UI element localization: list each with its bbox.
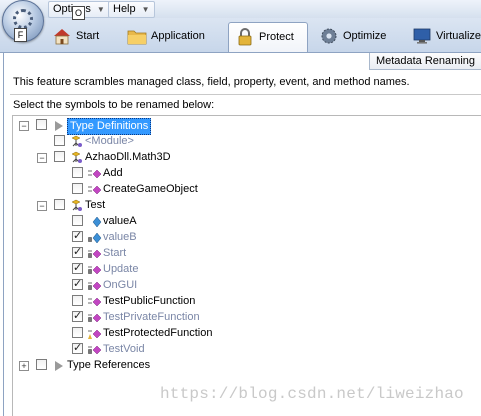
node-checkbox[interactable] xyxy=(54,199,65,210)
class-icon xyxy=(71,135,82,147)
tree-node-label: valueA xyxy=(103,215,137,227)
tree-node[interactable]: <Module> xyxy=(13,134,473,150)
protect-panel: Metadata Renaming This feature scrambles… xyxy=(3,53,481,416)
tree-node-label: valueB xyxy=(103,231,137,243)
instruction-text: Select the symbols to be renamed below: xyxy=(13,99,215,111)
tree-node-label: Type References xyxy=(67,359,151,371)
house-icon xyxy=(54,29,70,45)
private-method-icon xyxy=(88,249,102,259)
tree-node-label: <Module> xyxy=(85,135,134,147)
node-checkbox[interactable] xyxy=(72,295,83,306)
collapse-icon[interactable]: − xyxy=(19,121,29,131)
private-method-icon xyxy=(88,313,102,323)
tree-node-label: Update xyxy=(103,263,139,275)
collapse-icon[interactable]: − xyxy=(37,201,47,211)
tree-node[interactable]: TestPublicFunction xyxy=(13,294,473,310)
node-checkbox[interactable] xyxy=(72,167,83,178)
private-method-icon xyxy=(88,265,102,275)
class-icon xyxy=(71,199,82,211)
gear-icon xyxy=(13,9,33,29)
ribbon-tabs: Start Application Protect Optimize Virtu… xyxy=(0,18,481,53)
method-icon xyxy=(88,185,102,195)
tab-protect[interactable]: Protect xyxy=(228,22,308,52)
tree-node-label: TestPublicFunction xyxy=(103,295,196,307)
node-checkbox[interactable] xyxy=(72,341,83,354)
expand-icon[interactable]: + xyxy=(19,361,29,371)
tree-node-label: TestProtectedFunction xyxy=(103,327,213,339)
tree-node-label: Type Definitions xyxy=(67,118,152,135)
node-checkbox[interactable] xyxy=(54,135,65,146)
protected-method-icon xyxy=(88,329,102,339)
tree-node-label: Add xyxy=(103,167,123,179)
tree-node[interactable]: valueB xyxy=(13,229,473,246)
tree-node[interactable]: Start xyxy=(13,245,473,262)
tree-node-label: Start xyxy=(103,247,127,259)
node-checkbox[interactable] xyxy=(72,245,83,258)
watermark: https://blog.csdn.net/liweizhao xyxy=(160,385,464,403)
private-field-icon xyxy=(88,232,102,244)
tree-node[interactable]: TestProtectedFunction xyxy=(13,326,473,342)
private-method-icon xyxy=(88,281,102,291)
node-checkbox[interactable] xyxy=(72,327,83,338)
tree-node-label: TestPrivateFunction xyxy=(103,311,200,323)
chevron-down-icon: ▼ xyxy=(96,5,105,14)
chevron-down-icon: ▼ xyxy=(141,5,150,14)
tree-node[interactable]: Add xyxy=(13,166,473,182)
tree-node[interactable]: − Type Definitions xyxy=(13,118,473,135)
help-menu-label: Help xyxy=(113,3,136,15)
tab-application[interactable]: Application xyxy=(121,22,217,50)
symbol-tree[interactable]: − Type Definitions <Module> − AzhaoDll.Math3… xyxy=(12,115,481,416)
tab-start-label: Start xyxy=(76,30,100,42)
tab-virtualize[interactable]: Virtualize xyxy=(406,22,481,50)
folder-icon xyxy=(127,30,147,45)
node-checkbox[interactable] xyxy=(54,151,65,162)
tab-protect-label: Protect xyxy=(259,31,294,43)
help-menu[interactable]: Help ▼ xyxy=(108,1,155,18)
private-method-icon xyxy=(88,345,102,355)
play-arrow-icon xyxy=(55,361,63,371)
tree-node[interactable]: + Type References xyxy=(13,358,473,374)
tree-node[interactable]: valueA xyxy=(13,214,473,230)
method-icon xyxy=(88,169,102,179)
tree-node[interactable]: TestVoid xyxy=(13,341,473,358)
tree-node-label: TestVoid xyxy=(103,343,145,355)
node-checkbox[interactable] xyxy=(72,277,83,290)
node-checkbox[interactable] xyxy=(72,183,83,194)
tree-node[interactable]: CreateGameObject xyxy=(13,182,473,198)
tab-start[interactable]: Start xyxy=(46,22,112,50)
node-checkbox[interactable] xyxy=(36,359,47,370)
tree-node[interactable]: Update xyxy=(13,261,473,278)
group-title: Metadata Renaming xyxy=(368,53,481,70)
tree-node[interactable]: − Test xyxy=(13,198,473,214)
tree-node-label: AzhaoDll.Math3D xyxy=(85,151,171,163)
method-icon xyxy=(88,297,102,307)
padlock-icon xyxy=(238,28,252,46)
tree-node-label: Test xyxy=(85,199,106,211)
node-checkbox[interactable] xyxy=(72,229,83,242)
node-checkbox[interactable] xyxy=(72,215,83,226)
monitor-icon xyxy=(413,28,431,44)
play-arrow-icon xyxy=(55,121,63,131)
tree-node-label: CreateGameObject xyxy=(103,183,198,195)
keytip-file: F xyxy=(14,28,27,42)
tab-virtualize-label: Virtualize xyxy=(436,30,481,42)
feature-description: This feature scrambles managed class, fi… xyxy=(13,76,410,88)
tree-node[interactable]: TestPrivateFunction xyxy=(13,309,473,326)
field-icon xyxy=(92,216,102,228)
keytip-options: O xyxy=(72,6,85,20)
node-checkbox[interactable] xyxy=(36,119,47,130)
class-icon xyxy=(71,151,82,163)
tree-node-label: OnGUI xyxy=(103,279,138,291)
node-checkbox[interactable] xyxy=(72,261,83,274)
node-checkbox[interactable] xyxy=(72,309,83,322)
tab-optimize[interactable]: Optimize xyxy=(313,22,398,50)
tree-node[interactable]: OnGUI xyxy=(13,277,473,294)
tab-application-label: Application xyxy=(151,30,205,42)
gear-icon xyxy=(321,28,337,44)
tree-node[interactable]: − AzhaoDll.Math3D xyxy=(13,150,473,166)
divider xyxy=(10,94,481,95)
collapse-icon[interactable]: − xyxy=(37,153,47,163)
tab-optimize-label: Optimize xyxy=(343,30,387,42)
